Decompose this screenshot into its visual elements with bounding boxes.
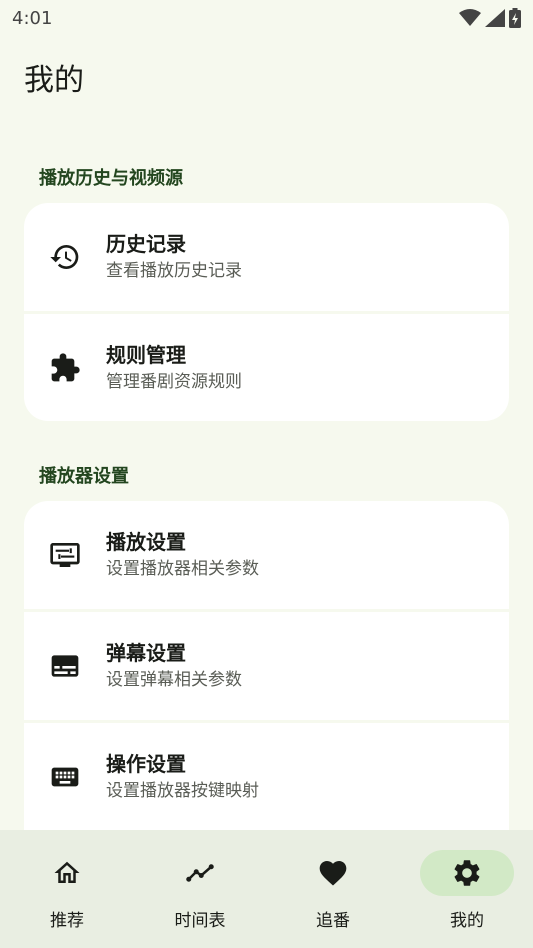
home-icon — [54, 861, 80, 883]
history-source-card: 历史记录 查看播放历史记录 规则管理 管理番剧资源规则 — [24, 203, 509, 421]
player-settings-card: 播放设置 设置播放器相关参数 弹幕设置 设置弹幕相关参数 操作设置 设置播放器按… — [24, 501, 509, 831]
nav-label: 推荐 — [50, 911, 84, 931]
player-settings-icon — [48, 538, 82, 572]
nav-label: 我的 — [450, 911, 484, 931]
item-title: 操作设置 — [106, 752, 186, 776]
nav-pill — [286, 850, 380, 896]
section-title-player: 播放器设置 — [39, 466, 129, 487]
item-subtitle: 设置播放器相关参数 — [106, 559, 259, 579]
item-title: 历史记录 — [106, 232, 186, 256]
nav-item-schedule[interactable]: 时间表 — [152, 850, 248, 940]
nav-label: 时间表 — [174, 911, 226, 931]
nav-pill-active — [420, 850, 514, 896]
nav-item-following[interactable]: 追番 — [285, 850, 381, 940]
settings-item-rules[interactable]: 规则管理 管理番剧资源规则 — [24, 314, 509, 422]
wifi-icon — [459, 9, 481, 26]
settings-item-controls[interactable]: 操作设置 设置播放器按键映射 — [24, 723, 509, 831]
page-title: 我的 — [24, 63, 84, 98]
nav-pill — [153, 850, 247, 896]
status-time: 4:01 — [12, 7, 53, 29]
section-title-history: 播放历史与视频源 — [39, 168, 183, 189]
history-icon — [48, 240, 82, 274]
item-title: 规则管理 — [106, 343, 186, 367]
item-title: 弹幕设置 — [106, 641, 186, 665]
nav-item-mine[interactable]: 我的 — [419, 850, 515, 940]
timeline-icon — [186, 864, 214, 882]
nav-label: 追番 — [316, 911, 350, 931]
puzzle-icon — [48, 351, 82, 385]
battery-icon — [509, 8, 521, 28]
settings-item-danmaku[interactable]: 弹幕设置 设置弹幕相关参数 — [24, 612, 509, 720]
item-subtitle: 管理番剧资源规则 — [106, 372, 242, 392]
subtitles-icon — [48, 649, 82, 683]
item-title: 播放设置 — [106, 530, 186, 554]
heart-icon — [319, 861, 347, 886]
item-subtitle: 设置弹幕相关参数 — [106, 670, 242, 690]
gear-icon — [454, 860, 480, 886]
item-subtitle: 查看播放历史记录 — [106, 261, 242, 281]
settings-item-playback[interactable]: 播放设置 设置播放器相关参数 — [24, 501, 509, 609]
status-icons — [459, 8, 521, 28]
nav-item-recommend[interactable]: 推荐 — [19, 850, 115, 940]
nav-pill — [20, 850, 114, 896]
keyboard-icon — [48, 760, 82, 794]
signal-icon — [485, 9, 505, 27]
item-subtitle: 设置播放器按键映射 — [106, 781, 259, 801]
settings-item-history[interactable]: 历史记录 查看播放历史记录 — [24, 203, 509, 311]
bottom-navigation: 推荐 时间表 追番 我的 — [0, 830, 533, 948]
status-bar: 4:01 — [0, 0, 533, 36]
